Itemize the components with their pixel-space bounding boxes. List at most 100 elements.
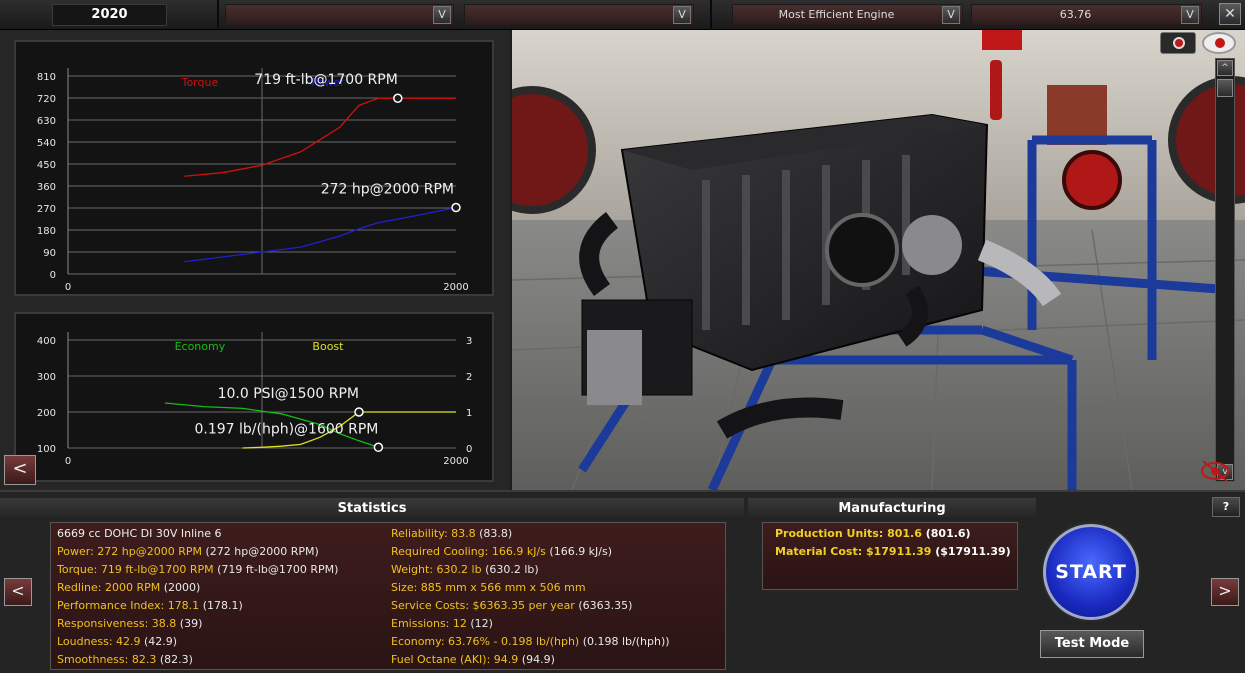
turbo-inlet (825, 213, 899, 287)
scroll-up-button[interactable]: ^ (1217, 60, 1233, 76)
stat-row: Responsiveness: 38.8 (39) (57, 615, 202, 633)
test-mode-button[interactable]: Test Mode (1040, 630, 1144, 658)
stat-base-value: (83.8) (479, 527, 513, 540)
year-display: 2020 (52, 4, 167, 26)
fire-extinguisher (990, 60, 1002, 120)
chevron-down-icon[interactable]: V (942, 6, 960, 24)
x-tick-label: 0 (65, 456, 71, 467)
material-cost-row: Material Cost: $17911.39 ($17911.39) (775, 545, 1011, 558)
y-tick-label: 100 (37, 444, 56, 455)
stat-row: Size: 885 mm x 566 mm x 506 mm (391, 579, 586, 597)
series-line (184, 97, 456, 177)
stat-row: Torque: 719 ft-lb@1700 RPM (719 ft-lb@17… (57, 561, 338, 579)
y2-tick-label: 3 (466, 336, 472, 347)
annotation-marker (354, 407, 364, 417)
stat-label: Fuel Octane (AKI): 94.9 (391, 653, 519, 666)
y-tick-label: 450 (37, 160, 56, 171)
y-tick-label: 720 (37, 94, 56, 105)
camera-lens (1173, 37, 1185, 49)
legend-label: Boost (312, 340, 344, 353)
value-dropdown[interactable]: 63.76 V (971, 4, 1202, 26)
prev-page-button[interactable]: < (4, 578, 32, 606)
close-button[interactable]: ✕ (1219, 3, 1241, 25)
family-dropdown[interactable]: V (225, 4, 454, 26)
radiator-plate (587, 330, 642, 405)
stat-label: Smoothness: 82.3 (57, 653, 157, 666)
goal-dropdown[interactable]: Most Efficient Engine V (732, 4, 963, 26)
x-tick-label: 0 (65, 282, 71, 293)
zoom-scrollbar[interactable]: ^ v (1215, 58, 1235, 482)
stat-label: Responsiveness: 38.8 (57, 617, 177, 630)
y-tick-label: 630 (37, 116, 56, 127)
top-divider (217, 0, 219, 30)
stat-row: Weight: 630.2 lb (630.2 lb) (391, 561, 539, 579)
scroll-thumb[interactable] (1217, 79, 1233, 97)
manufacturing-panel: Production Units: 801.6 (801.6) Material… (762, 522, 1018, 590)
stat-label: Torque: 719 ft-lb@1700 RPM (57, 563, 214, 576)
stat-label: Redline: 2000 RPM (57, 581, 161, 594)
chevron-down-icon[interactable]: V (673, 6, 691, 24)
stat-base-value: (2000) (163, 581, 201, 594)
value-dropdown-value: 63.76 (1059, 8, 1092, 21)
y2-tick-label: 0 (466, 444, 472, 455)
y-tick-label: 200 (37, 408, 56, 419)
collapse-panel-button[interactable]: < (4, 455, 36, 485)
stat-base-value: (630.2 lb) (485, 563, 539, 576)
variant-dropdown[interactable]: V (464, 4, 694, 26)
stat-base-value: (42.9) (144, 635, 178, 648)
y-tick-label: 0 (50, 270, 56, 281)
top-bar: 2020 V V Most Efficient Engine V 63.76 V… (0, 0, 1245, 30)
y-tick-label: 90 (43, 248, 56, 259)
annotation-marker (393, 93, 403, 103)
stat-label: Size: 885 mm x 566 mm x 506 mm (391, 581, 586, 594)
y2-tick-label: 1 (466, 408, 472, 419)
stat-label: Reliability: 83.8 (391, 527, 476, 540)
stat-row: Performance Index: 178.1 (178.1) (57, 597, 243, 615)
stat-row: Required Cooling: 166.9 kJ/s (166.9 kJ/s… (391, 543, 612, 561)
camera-icon[interactable] (1160, 32, 1196, 54)
eye-icon[interactable] (1202, 32, 1236, 54)
stat-base-value: (166.9 kJ/s) (549, 545, 613, 558)
legend-label: Economy (175, 340, 226, 353)
y-tick-label: 360 (37, 182, 56, 193)
statistics-panel: 6669 cc DOHC DI 30V Inline 6 Power: 272 … (50, 522, 726, 670)
stat-label: Loudness: 42.9 (57, 635, 141, 648)
stat-row: Reliability: 83.8 (83.8) (391, 525, 512, 543)
stat-base-value: (12) (470, 617, 493, 630)
annotation-label: 272 hp@2000 RPM (321, 182, 454, 198)
chevron-down-icon[interactable]: V (433, 6, 451, 24)
start-button[interactable]: START (1043, 524, 1139, 620)
stat-base-value: (0.198 lb/(hph)) (582, 635, 670, 648)
stat-base-value: (272 hp@2000 RPM) (205, 545, 319, 558)
stat-base-value: (178.1) (202, 599, 243, 612)
stat-label: Economy: 63.76% - 0.198 lb/(hph) (391, 635, 580, 648)
stat-row: Redline: 2000 RPM (2000) (57, 579, 200, 597)
stat-label: Performance Index: 178.1 (57, 599, 200, 612)
annotation-marker (451, 202, 461, 213)
turbo-housing (902, 215, 962, 275)
stat-label: Required Cooling: 166.9 kJ/s (391, 545, 546, 558)
manufacturing-header: Manufacturing (748, 498, 1036, 520)
next-page-button[interactable]: > (1211, 578, 1239, 606)
x-tick-label: 2000 (443, 282, 468, 293)
hide-engine-icon[interactable] (1200, 458, 1230, 484)
help-button[interactable]: ? (1212, 497, 1240, 517)
y-tick-label: 180 (37, 226, 56, 237)
stat-label: Power: 272 hp@2000 RPM (57, 545, 202, 558)
engine-scene (512, 30, 1245, 490)
y-tick-label: 540 (37, 138, 56, 149)
chevron-down-icon[interactable]: V (1181, 6, 1199, 24)
economy-boost-chart-svg: 40030020010032100 2000Economy Boost10.0 PS… (37, 332, 472, 467)
y-tick-label: 810 (37, 72, 56, 83)
goal-dropdown-value: Most Efficient Engine (778, 8, 895, 21)
engine-3d-viewport[interactable]: ^ v (512, 30, 1245, 490)
torque-power-chart-svg: 8107206305404503602701809000 2000Torque Po… (37, 68, 469, 293)
stat-row: Power: 272 hp@2000 RPM (272 hp@2000 RPM) (57, 543, 319, 561)
annotation-label: 10.0 PSI@1500 RPM (218, 386, 359, 402)
stat-row: Smoothness: 82.3 (82.3) (57, 651, 193, 669)
stat-label: 6669 cc DOHC DI 30V Inline 6 (57, 527, 222, 540)
top-divider (710, 0, 712, 30)
stat-label: Service Costs: $6363.35 per year (391, 599, 575, 612)
stat-base-value: (39) (179, 617, 203, 630)
stat-label: Emissions: 12 (391, 617, 467, 630)
